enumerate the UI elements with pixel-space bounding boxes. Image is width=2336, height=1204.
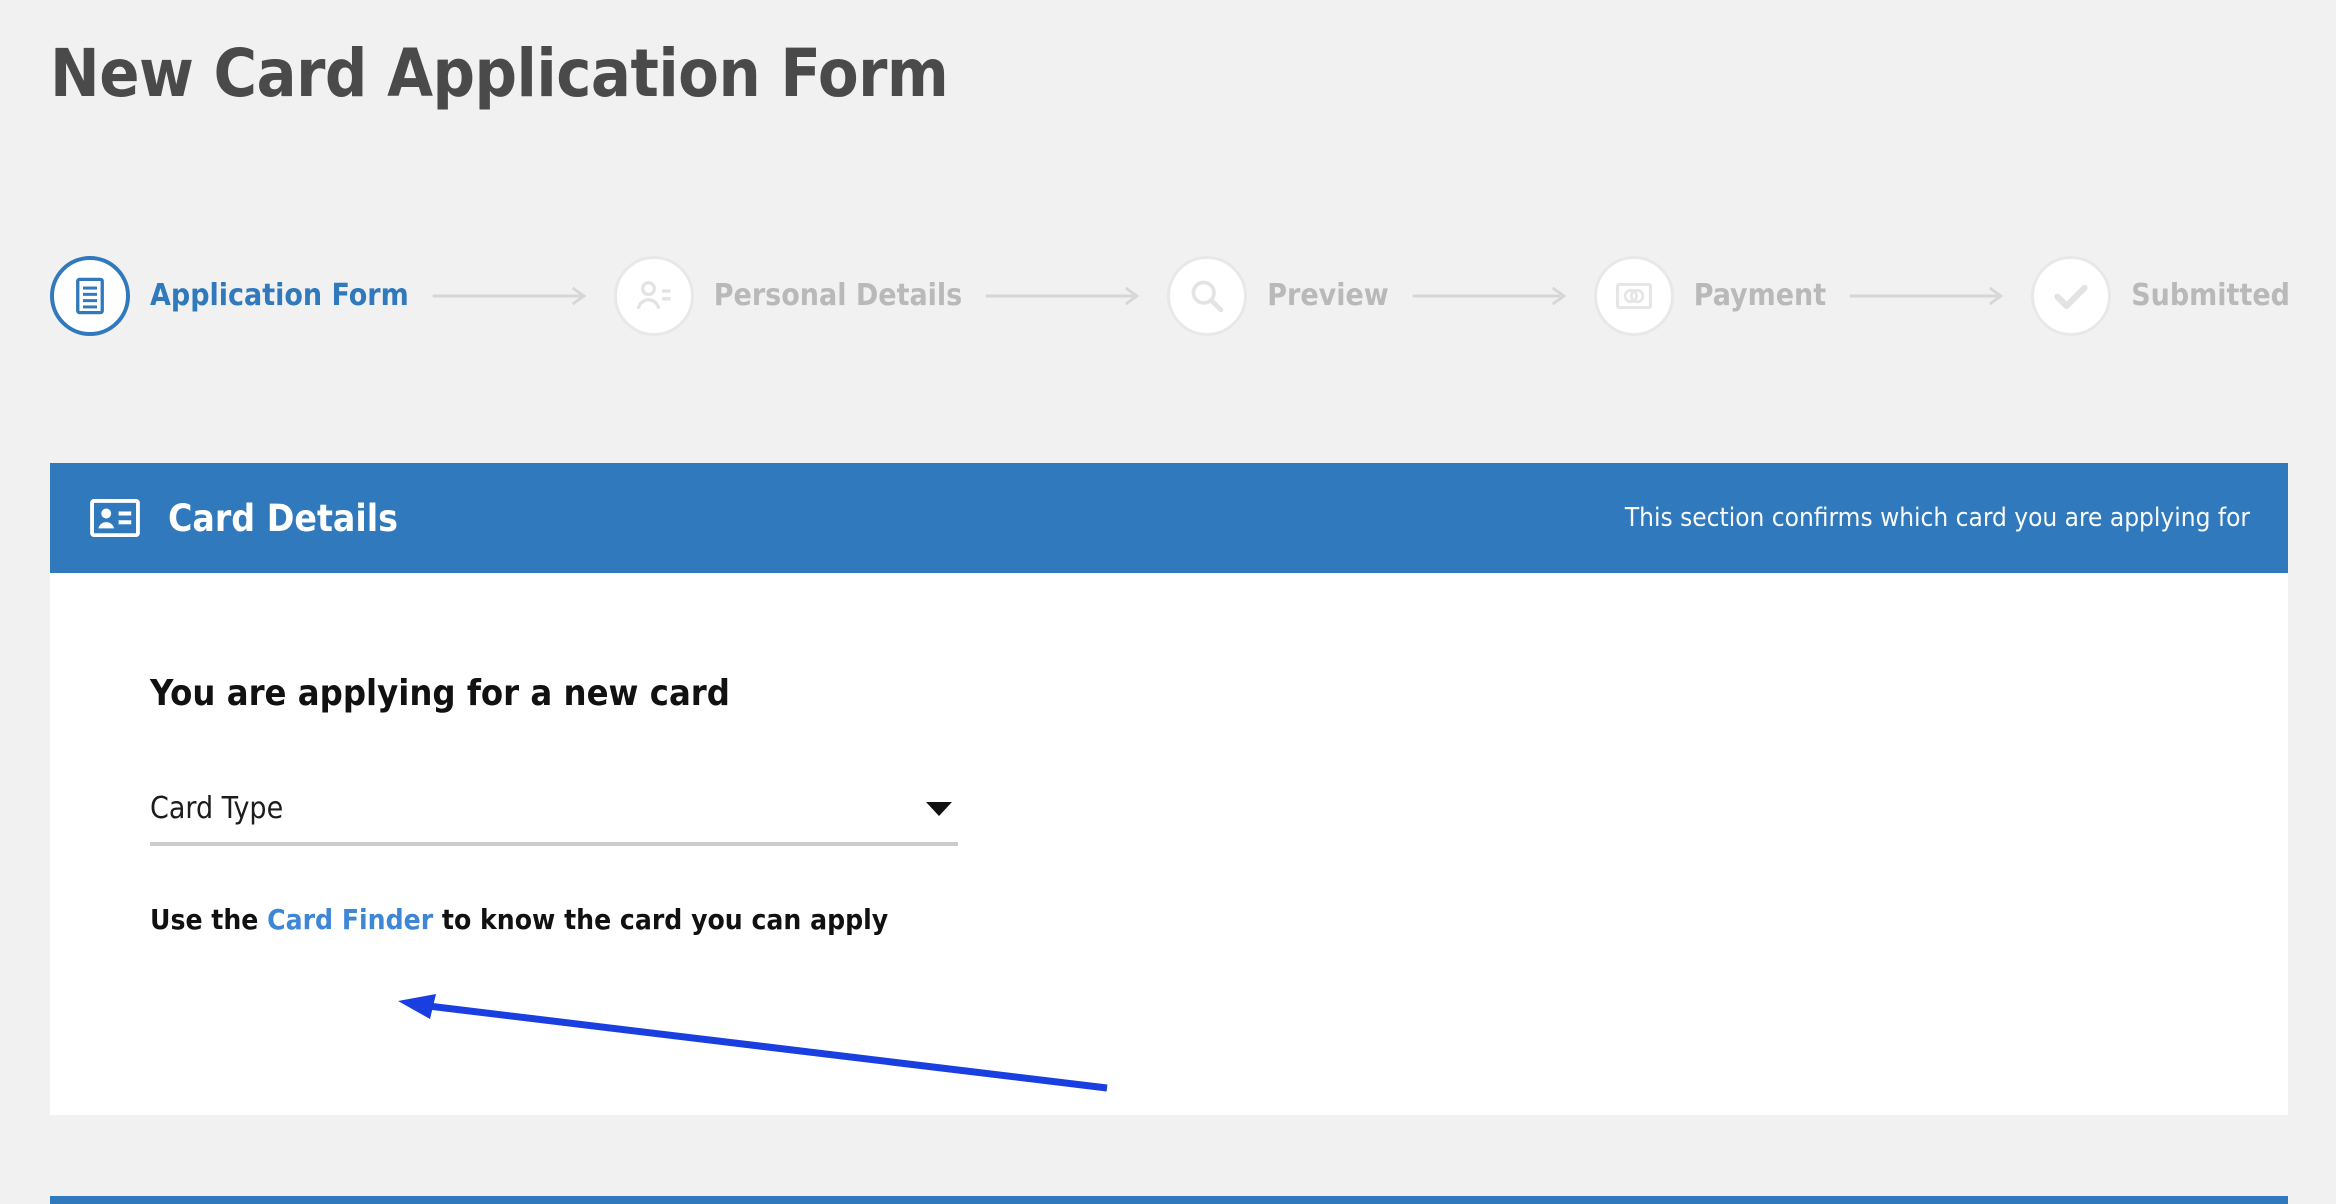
progress-stepper: Application Form Personal Details Previe… xyxy=(50,233,2290,358)
page-root: New Card Application Form Application Fo… xyxy=(0,0,2336,1204)
check-mark-icon xyxy=(2049,274,2093,318)
chevron-down-icon[interactable] xyxy=(926,801,952,816)
page-title: New Card Application Form xyxy=(50,35,949,112)
card-type-select-underline xyxy=(150,842,958,846)
stepper-label-submitted: Submitted xyxy=(2131,278,2290,313)
stepper-label-personal-details: Personal Details xyxy=(713,278,963,313)
card-details-panel-body: You are applying for a new card Card Typ… xyxy=(50,573,2288,1115)
stepper-step-payment[interactable]: Payment xyxy=(1593,255,1827,336)
stepper-connector-3 xyxy=(1411,283,1572,309)
stepper-connector-4 xyxy=(1848,283,2009,309)
stepper-label-application-form: Application Form xyxy=(150,278,409,313)
form-heading: You are applying for a new card xyxy=(150,673,730,714)
id-card-icon xyxy=(88,491,142,545)
stepper-label-payment: Payment xyxy=(1693,278,1827,313)
card-finder-link[interactable]: Card Finder xyxy=(267,903,433,936)
stepper-label-preview: Preview xyxy=(1267,278,1389,313)
stepper-connector-1 xyxy=(431,283,592,309)
card-finder-helper-text: Use the Card Finder to know the card you… xyxy=(150,903,888,936)
helper-prefix: Use the xyxy=(150,903,268,936)
stepper-circle-personal-details xyxy=(613,255,694,336)
card-type-select-value: Card Type xyxy=(150,791,284,826)
stepper-circle-application-form xyxy=(50,255,130,336)
credit-card-icon xyxy=(1613,275,1655,317)
contact-person-icon xyxy=(632,274,676,318)
card-details-title: Card Details xyxy=(168,496,398,540)
card-details-note: This section confirms which card you are… xyxy=(1624,503,2250,533)
helper-suffix: to know the card you can apply xyxy=(433,903,889,936)
stepper-circle-submitted xyxy=(2031,255,2112,336)
stepper-step-application-form[interactable]: Application Form xyxy=(50,255,409,336)
stepper-circle-preview xyxy=(1167,255,1248,336)
document-lines-icon xyxy=(69,275,111,317)
stepper-step-preview[interactable]: Preview xyxy=(1167,255,1389,336)
card-type-select-row[interactable]: Card Type xyxy=(150,791,958,842)
stepper-connector-2 xyxy=(984,283,1145,309)
card-details-panel: Card Details This section confirms which… xyxy=(50,463,2288,1115)
card-type-select[interactable]: Card Type xyxy=(150,791,958,846)
card-details-panel-header: Card Details This section confirms which… xyxy=(50,463,2288,573)
card-details-header-left: Card Details xyxy=(88,491,398,545)
stepper-step-personal-details[interactable]: Personal Details xyxy=(613,255,963,336)
stepper-step-submitted[interactable]: Submitted xyxy=(2031,255,2290,336)
stepper-circle-payment xyxy=(1593,255,1674,336)
magnifying-glass-icon xyxy=(1185,274,1229,318)
next-section-header-peek xyxy=(50,1196,2288,1204)
